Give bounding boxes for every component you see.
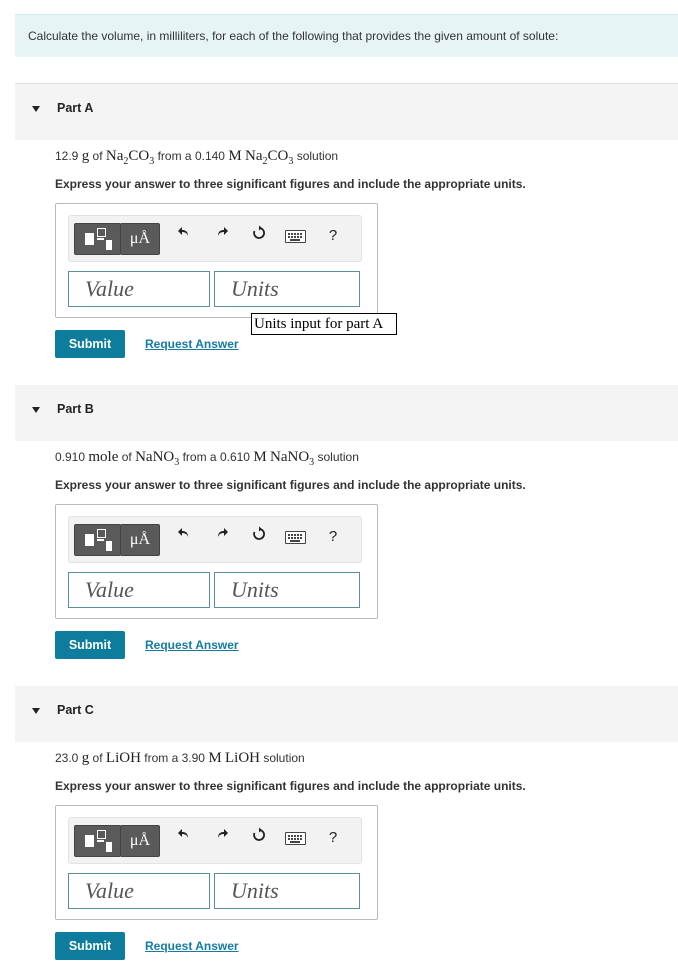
units-button[interactable]: μÅ — [120, 223, 160, 255]
concentration-value: 0.610 — [219, 450, 250, 464]
units-button[interactable]: μÅ — [120, 825, 160, 857]
instruction-express: Express your answer to three significant… — [55, 779, 526, 793]
collapse-triangle-icon[interactable] — [32, 407, 40, 413]
math-toolbar: μÅ ? — [68, 516, 362, 563]
part-header[interactable]: Part B — [15, 385, 678, 441]
units-input[interactable]: Units — [214, 873, 360, 909]
question-prompt: 0.910 mole of NaNO3 from a 0.610 M NaNO3… — [55, 449, 359, 468]
instruction-express: Express your answer to three significant… — [55, 177, 526, 191]
value-input[interactable]: Value — [68, 572, 210, 608]
submit-button[interactable]: Submit — [55, 631, 125, 659]
value-input[interactable]: Value — [68, 873, 210, 909]
question-prompt: 23.0 g of LiOH from a 3.90 M LiOH soluti… — [55, 750, 305, 767]
submit-button[interactable]: Submit — [55, 330, 125, 358]
molar-unit: M — [208, 750, 222, 766]
word-of: of — [92, 751, 103, 765]
amount-value: 12.9 — [55, 149, 79, 163]
redo-icon[interactable] — [211, 827, 233, 849]
math-toolbar: μÅ ? — [68, 215, 362, 262]
answer-box: μÅ ? Value Units — [55, 504, 378, 619]
word-solution: solution — [263, 751, 305, 765]
amount-unit: g — [81, 750, 90, 766]
undo-icon[interactable] — [173, 225, 195, 247]
word-from: from a — [182, 450, 217, 464]
units-input[interactable]: Units — [214, 572, 360, 608]
word-solution: solution — [317, 450, 359, 464]
amount-value: 0.910 — [55, 450, 86, 464]
amount-value: 23.0 — [55, 751, 79, 765]
instruction-express: Express your answer to three significant… — [55, 478, 526, 492]
keyboard-icon[interactable] — [285, 832, 306, 845]
part-label: Part C — [57, 703, 94, 717]
word-of: of — [92, 149, 103, 163]
answer-box: μÅ ? Value Units — [55, 203, 378, 318]
help-icon[interactable]: ? — [322, 225, 344, 247]
units-button[interactable]: μÅ — [120, 524, 160, 556]
answer-box: μÅ ? Value Units — [55, 805, 378, 920]
solute-formula: LiOH — [105, 750, 141, 766]
word-of: of — [121, 450, 132, 464]
help-icon[interactable]: ? — [322, 526, 344, 548]
part-header[interactable]: Part C — [15, 686, 678, 742]
solute-formula: NaNO3 — [135, 449, 180, 468]
collapse-triangle-icon[interactable] — [32, 708, 40, 714]
concentration-value: 3.90 — [181, 751, 205, 765]
instructions-panel: Calculate the volume, in milliliters, fo… — [15, 14, 678, 57]
amount-unit: g — [81, 148, 90, 164]
help-icon[interactable]: ? — [322, 827, 344, 849]
math-toolbar: μÅ ? — [68, 817, 362, 864]
templates-button[interactable] — [74, 825, 121, 857]
units-tooltip: Units input for part A — [251, 313, 397, 335]
word-from: from a — [157, 149, 192, 163]
request-answer-link[interactable]: Request Answer — [145, 638, 239, 652]
units-input[interactable]: Units — [214, 271, 360, 307]
concentration-value: 0.140 — [194, 149, 225, 163]
collapse-triangle-icon[interactable] — [32, 106, 40, 112]
reset-icon[interactable] — [248, 526, 270, 548]
part-label: Part A — [57, 101, 94, 115]
request-answer-link[interactable]: Request Answer — [145, 337, 239, 351]
keyboard-icon[interactable] — [285, 531, 306, 544]
word-from: from a — [144, 751, 179, 765]
keyboard-icon[interactable] — [285, 230, 306, 243]
solution-formula: LiOH — [225, 750, 260, 766]
molar-unit: M — [228, 148, 242, 164]
question-prompt: 12.9 g of Na2CO3 from a 0.140 M Na2CO3 s… — [55, 148, 338, 167]
redo-icon[interactable] — [211, 526, 233, 548]
amount-unit: mole — [88, 449, 119, 465]
solution-formula: Na2CO3 — [245, 148, 294, 167]
submit-button[interactable]: Submit — [55, 932, 125, 960]
part-header[interactable]: Part A — [15, 84, 678, 140]
undo-icon[interactable] — [173, 827, 195, 849]
redo-icon[interactable] — [211, 225, 233, 247]
instructions-text: Calculate the volume, in milliliters, fo… — [28, 29, 559, 43]
word-solution: solution — [296, 149, 339, 163]
undo-icon[interactable] — [173, 526, 195, 548]
reset-icon[interactable] — [248, 225, 270, 247]
templates-button[interactable] — [74, 223, 121, 255]
molar-unit: M — [253, 449, 267, 465]
request-answer-link[interactable]: Request Answer — [145, 939, 239, 953]
templates-button[interactable] — [74, 524, 121, 556]
solute-formula: Na2CO3 — [105, 148, 155, 167]
part-label: Part B — [57, 402, 94, 416]
value-input[interactable]: Value — [68, 271, 210, 307]
solution-formula: NaNO3 — [270, 449, 315, 468]
reset-icon[interactable] — [248, 827, 270, 849]
